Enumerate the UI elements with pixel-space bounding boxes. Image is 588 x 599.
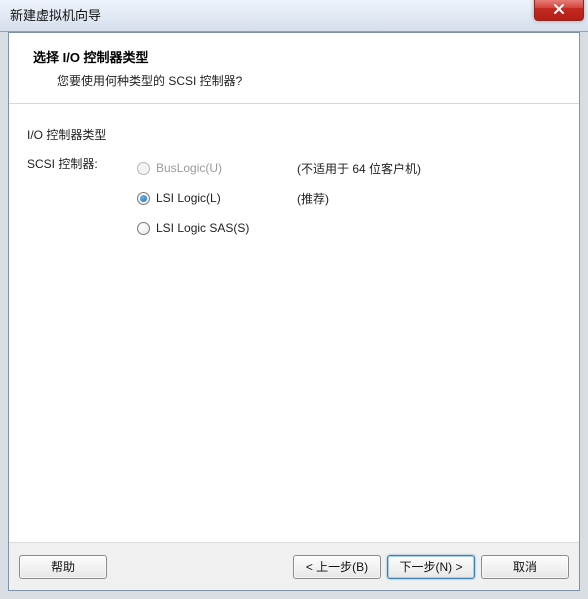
radio-label: BusLogic(U) xyxy=(156,161,222,175)
wizard-footer: 帮助 < 上一步(B) 下一步(N) > 取消 xyxy=(9,542,579,590)
cancel-button[interactable]: 取消 xyxy=(481,555,569,579)
next-button[interactable]: 下一步(N) > xyxy=(387,555,475,579)
dialog-panel: 选择 I/O 控制器类型 您要使用何种类型的 SCSI 控制器? I/O 控制器… xyxy=(8,32,580,591)
window-title: 新建虚拟机向导 xyxy=(10,8,101,23)
window-frame: 新建虚拟机向导 选择 I/O 控制器类型 您要使用何种类型的 SCSI 控制器?… xyxy=(0,0,588,599)
scsi-label: SCSI 控制器: xyxy=(27,153,137,172)
wizard-subtitle: 您要使用何种类型的 SCSI 控制器? xyxy=(33,72,573,89)
radio-icon xyxy=(137,192,150,205)
help-button[interactable]: 帮助 xyxy=(19,555,107,579)
option-hint-buslogic: (不适用于 64 位客户机) xyxy=(297,153,421,183)
radio-icon xyxy=(137,222,150,235)
option-hint-lsisas xyxy=(297,213,421,243)
controller-row: SCSI 控制器: BusLogic(U) LSI Logic(L) LSI L… xyxy=(27,153,567,243)
title-bar[interactable]: 新建虚拟机向导 xyxy=(0,0,588,32)
radio-option-lsilogic[interactable]: LSI Logic(L) xyxy=(137,183,287,213)
radio-option-buslogic: BusLogic(U) xyxy=(137,153,287,183)
close-icon xyxy=(553,3,565,15)
hints-column: (不适用于 64 位客户机) (推荐) xyxy=(287,153,421,243)
wizard-header: 选择 I/O 控制器类型 您要使用何种类型的 SCSI 控制器? xyxy=(9,33,579,104)
wizard-title: 选择 I/O 控制器类型 xyxy=(33,47,573,66)
radio-icon xyxy=(137,162,150,175)
wizard-content: I/O 控制器类型 SCSI 控制器: BusLogic(U) LSI Logi… xyxy=(9,104,579,255)
section-title: I/O 控制器类型 xyxy=(27,126,567,143)
radio-label: LSI Logic SAS(S) xyxy=(156,221,249,235)
option-hint-lsilogic: (推荐) xyxy=(297,183,421,213)
options-column: BusLogic(U) LSI Logic(L) LSI Logic SAS(S… xyxy=(137,153,287,243)
back-button[interactable]: < 上一步(B) xyxy=(293,555,381,579)
radio-option-lsisas[interactable]: LSI Logic SAS(S) xyxy=(137,213,287,243)
radio-label: LSI Logic(L) xyxy=(156,191,221,205)
close-button[interactable] xyxy=(534,0,584,21)
